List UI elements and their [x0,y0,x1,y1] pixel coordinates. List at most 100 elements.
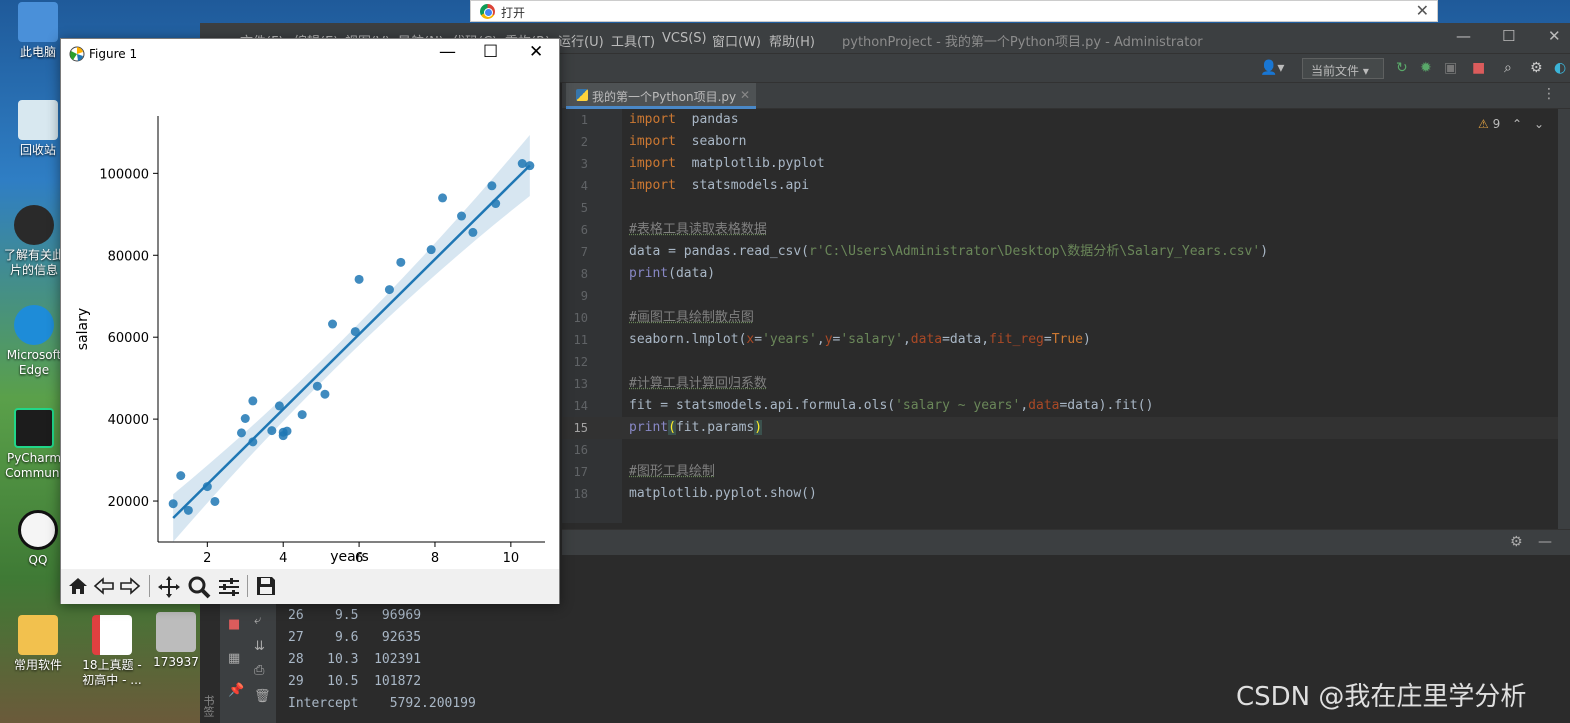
inspection-widget[interactable]: ⚠ 9 ⌃ ⌄ [1478,117,1544,131]
minimize-icon[interactable]: — [1456,27,1471,45]
pycharm-icon [14,408,54,448]
menu-window[interactable]: 窗口(W) [712,31,761,50]
code-text: import statsmodels.api [629,178,810,193]
code-line[interactable]: 18 matplotlib.pyplot.show() [562,483,1558,505]
data-point [183,505,193,515]
desktop-icon-pycharm[interactable]: PyCharm Communi [2,408,66,481]
plot-canvas[interactable]: 2 4 6 8 10 20000 40000 60000 80000 100000 years sal… [61,69,559,567]
line-number: 3 [580,157,588,171]
code-line[interactable]: 10 #画图工具绘制散点图 [562,307,1558,329]
code-line[interactable]: 8 print(data) [562,263,1558,285]
code-line[interactable]: 6 #表格工具读取表格数据 [562,219,1558,241]
data-point [248,396,258,406]
code-line[interactable]: 1 import pandas [562,109,1558,131]
line-number: 1 [580,113,588,127]
code-line[interactable]: 17 #图形工具绘制 [562,461,1558,483]
code-text: #图形工具绘制 [629,464,715,479]
x-tick-label: 8 [431,551,439,566]
maximize-icon[interactable]: ☐ [1502,27,1515,45]
code-text: print(fit.params) [629,420,763,435]
zoom-icon[interactable] [187,575,211,599]
code-line[interactable]: 3 import matplotlib.pyplot [562,153,1558,175]
qq-icon [18,510,58,550]
home-icon[interactable] [67,575,89,597]
close-icon[interactable]: ✕ [529,42,543,62]
close-icon[interactable]: ✕ [1416,1,1429,20]
close-icon[interactable]: ✕ [1548,27,1561,45]
forward-icon[interactable] [119,575,141,597]
data-point [210,496,220,506]
data-point [384,285,394,295]
figure-titlebar: Figure 1 — ☐ ✕ [61,39,559,69]
close-tab-icon[interactable]: ✕ [740,88,750,102]
code-line[interactable]: 15 print(fit.params) [562,417,1558,439]
menu-vcs[interactable]: VCS(S) [662,31,707,46]
code-line[interactable]: 14 fit = statsmodels.api.formula.ols('sal… [562,395,1558,417]
run-tool-header: ⚙ — [562,529,1570,555]
rerun-icon[interactable]: ↻ [1396,60,1408,76]
gear-icon[interactable]: ⚙ [1510,534,1523,550]
search-icon[interactable]: ⌕ [1504,60,1512,76]
trash-icon[interactable]: 🗑 [254,689,271,704]
toolbar-divider [247,575,248,597]
stop-icon[interactable]: ■ [1472,60,1485,76]
layout-icon[interactable]: ▦ [228,651,240,666]
y-tick-label: 60000 [108,331,149,346]
menu-run[interactable]: 运行(U) [558,31,604,50]
line-number: 8 [580,267,588,281]
pan-icon[interactable] [157,575,181,599]
figure-toolbar [61,569,559,604]
editor-tab-bar: 我的第一个Python项目.py ✕ ⋮ [562,83,1570,109]
code-line[interactable]: 7 data = pandas.read_csv(r'C:\Users\Admin… [562,241,1558,263]
bookmarks-tab[interactable]: 书签 [200,695,218,720]
data-point [282,426,292,436]
code-editor[interactable]: 1 import pandas 2 import seaborn 3 import mat… [562,109,1558,523]
hide-icon[interactable]: — [1538,534,1552,550]
maximize-icon[interactable]: ☐ [483,42,498,62]
menu-help[interactable]: 帮助(H) [769,31,815,50]
figure-title: Figure 1 [89,47,138,61]
menu-tools[interactable]: 工具(T) [611,31,655,50]
data-point [457,211,467,221]
desktop-icon-exam-pdf[interactable]: 18上真题 - 初高中 - ... [78,615,146,688]
scroll-to-end-icon[interactable]: ⇊ [254,639,265,654]
code-line[interactable]: 4 import statsmodels.api [562,175,1558,197]
debug-icon[interactable]: ✹ [1420,60,1432,76]
code-line[interactable]: 9 [562,285,1558,307]
coverage-icon[interactable]: ▣ [1444,60,1457,76]
soft-wrap-icon[interactable]: ⤶ [254,613,261,628]
chevron-down-icon[interactable]: ⌄ [1534,117,1544,131]
code-text: import seaborn [629,134,747,149]
configure-icon[interactable] [217,575,241,599]
window-title: pythonProject - 我的第一个Python项目.py - Admin… [842,35,1203,50]
data-point [468,227,478,237]
user-icon[interactable]: 👤▾ [1260,60,1284,76]
x-tick-label: 2 [203,551,211,566]
y-tick-label: 40000 [108,413,149,428]
more-icon[interactable]: ⋮ [1542,86,1556,102]
desktop-icon-image-file[interactable]: 173937 [150,612,202,670]
desktop-icon-common-software[interactable]: 常用软件 [4,615,72,673]
pin-icon[interactable]: 📌 [228,683,244,698]
print-icon[interactable]: ⎙ [254,663,264,678]
code-line[interactable]: 16 [562,439,1558,461]
minimize-icon[interactable]: — [439,42,456,62]
chevron-up-icon[interactable]: ⌃ [1512,117,1522,131]
code-line[interactable]: 11 seaborn.lmplot(x='years',y='salary',da… [562,329,1558,351]
line-number: 5 [580,201,588,215]
code-line[interactable]: 12 [562,351,1558,373]
code-line[interactable]: 2 import seaborn [562,131,1558,153]
line-number: 17 [573,465,588,479]
save-icon[interactable] [255,575,277,597]
desktop-icon-edge[interactable]: Microsoft Edge [2,305,66,378]
code-line[interactable]: 13 #计算工具计算回归系数 [562,373,1558,395]
gear-icon[interactable]: ⚙ [1530,60,1543,76]
tab-main-py[interactable]: 我的第一个Python项目.py ✕ [566,83,756,109]
back-icon[interactable] [93,575,115,597]
run-config-select[interactable]: 当前文件 ▾ [1302,58,1384,79]
plugin-icon[interactable]: ◐ [1554,60,1566,76]
stop-icon[interactable]: ■ [228,617,240,632]
desktop-icon-learn-more[interactable]: 了解有关此片的信息 [2,205,66,278]
line-number: 2 [580,135,588,149]
code-line[interactable]: 5 [562,197,1558,219]
